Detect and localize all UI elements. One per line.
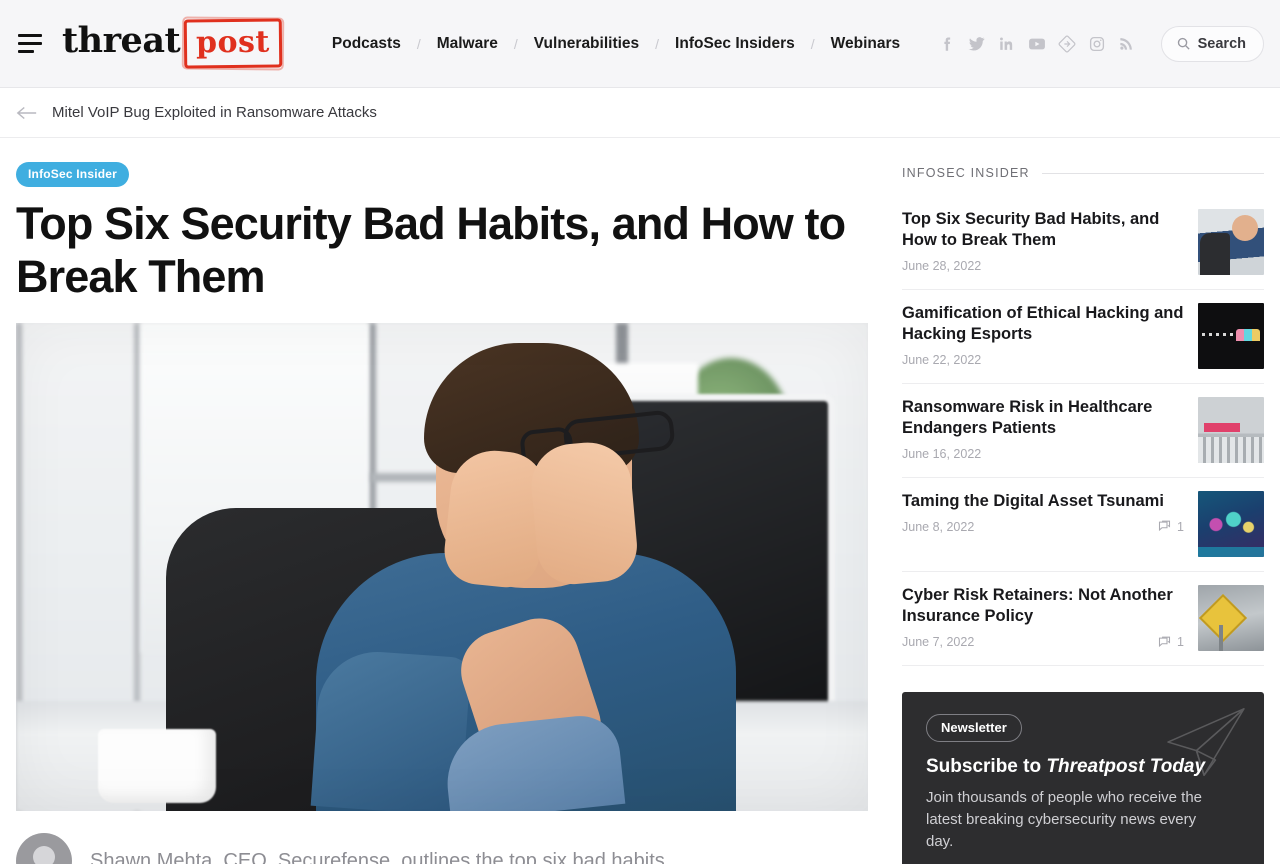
list-item[interactable]: Top Six Security Bad Habits, and How to … — [902, 196, 1264, 290]
newsletter-panel: Newsletter Subscribe to Threatpost Today… — [902, 692, 1264, 864]
list-item[interactable]: Ransomware Risk in Healthcare Endangers … — [902, 384, 1264, 478]
list-item-date: June 28, 2022 — [902, 258, 982, 273]
hero-image — [16, 323, 868, 812]
list-item-title[interactable]: Ransomware Risk in Healthcare Endangers … — [902, 397, 1184, 440]
list-item-title[interactable]: Top Six Security Bad Habits, and How to … — [902, 209, 1184, 252]
list-item-meta: June 16, 2022 — [902, 447, 1184, 461]
list-item-date: June 22, 2022 — [902, 352, 982, 367]
list-item-thumbnail[interactable] — [1198, 397, 1264, 463]
newsletter-description: Join thousands of people who receive the… — [926, 789, 1203, 851]
list-item-thumbnail[interactable] — [1198, 491, 1264, 557]
list-item-content: Ransomware Risk in Healthcare Endangers … — [902, 397, 1184, 461]
sidebar-section-header: INFOSEC INSIDER — [902, 166, 1264, 180]
nav-item-webinars[interactable]: Webinars — [815, 35, 917, 53]
list-item-title[interactable]: Gamification of Ethical Hacking and Hack… — [902, 303, 1184, 346]
breadcrumb: Mitel VoIP Bug Exploited in Ransomware A… — [0, 88, 1280, 138]
list-item[interactable]: Taming the Digital Asset Tsunami June 8,… — [902, 478, 1264, 572]
hamburger-bar — [18, 34, 42, 37]
list-item-date: June 16, 2022 — [902, 446, 982, 461]
nav-item-infosec-insiders[interactable]: InfoSec Insiders — [659, 35, 811, 53]
avatar — [16, 833, 72, 864]
hamburger-icon[interactable] — [18, 31, 48, 57]
list-item-title[interactable]: Cyber Risk Retainers: Not Another Insura… — [902, 585, 1184, 628]
sidebar-section-title: INFOSEC INSIDER — [902, 166, 1030, 180]
facebook-icon[interactable] — [935, 32, 959, 56]
article-column: InfoSec Insider Top Six Security Bad Hab… — [16, 138, 868, 864]
sidebar-divider — [1041, 172, 1264, 174]
nav-item-vulnerabilities[interactable]: Vulnerabilities — [518, 35, 655, 53]
list-item-thumbnail[interactable] — [1198, 303, 1264, 369]
youtube-icon[interactable] — [1025, 32, 1049, 56]
logo-text-post: post — [195, 24, 271, 61]
list-item[interactable]: Gamification of Ethical Hacking and Hack… — [902, 290, 1264, 384]
page-body: InfoSec Insider Top Six Security Bad Hab… — [0, 138, 1280, 864]
list-item-thumbnail[interactable] — [1198, 209, 1264, 275]
newsletter-badge: Newsletter — [926, 714, 1022, 742]
hamburger-bar — [18, 42, 42, 45]
search-icon — [1176, 36, 1191, 51]
list-item-meta: June 28, 2022 — [902, 259, 1184, 273]
article-byline: Shawn Mehta, CEO, Securefense, outlines … — [16, 833, 868, 864]
hero-vignette — [16, 323, 868, 811]
sidebar: INFOSEC INSIDER Top Six Security Bad Hab… — [902, 138, 1264, 864]
list-item-meta: June 7, 2022 1 — [902, 635, 1184, 650]
logo-text-threat: threat — [62, 20, 181, 61]
site-logo[interactable]: threat post — [62, 18, 283, 69]
breadcrumb-link[interactable]: Mitel VoIP Bug Exploited in Ransomware A… — [52, 104, 377, 121]
list-item-meta: June 8, 2022 1 — [902, 519, 1184, 534]
list-item-date: June 7, 2022 — [902, 635, 975, 650]
comment-count: 1 — [1157, 519, 1184, 534]
twitter-icon[interactable] — [965, 32, 989, 56]
header-right-group: Search — [935, 25, 1264, 62]
site-header: threat post Podcasts / Malware / Vulnera… — [0, 0, 1280, 88]
list-item[interactable]: Cyber Risk Retainers: Not Another Insura… — [902, 572, 1264, 666]
list-item-content: Taming the Digital Asset Tsunami June 8,… — [902, 491, 1184, 534]
page-title: Top Six Security Bad Habits, and How to … — [16, 198, 846, 303]
comment-count-value: 1 — [1177, 519, 1184, 534]
list-item-content: Gamification of Ethical Hacking and Hack… — [902, 303, 1184, 367]
linkedin-icon[interactable] — [995, 32, 1019, 56]
list-item-thumbnail[interactable] — [1198, 585, 1264, 651]
list-item-content: Top Six Security Bad Habits, and How to … — [902, 209, 1184, 273]
list-item-meta: June 22, 2022 — [902, 353, 1184, 367]
newsletter-title-prefix: Subscribe to — [926, 756, 1047, 777]
logo-stamp-border: post — [183, 18, 283, 69]
slideshare-icon[interactable] — [1055, 32, 1079, 56]
list-item-content: Cyber Risk Retainers: Not Another Insura… — [902, 585, 1184, 650]
social-links — [935, 32, 1139, 56]
comment-icon — [1157, 519, 1172, 534]
instagram-icon[interactable] — [1085, 32, 1109, 56]
paper-plane-icon — [1162, 706, 1248, 785]
main-navigation: Podcasts / Malware / Vulnerabilities / I… — [316, 35, 916, 53]
nav-item-podcasts[interactable]: Podcasts — [316, 35, 417, 53]
category-badge[interactable]: InfoSec Insider — [16, 162, 130, 187]
rss-icon[interactable] — [1115, 32, 1139, 56]
comment-count: 1 — [1157, 635, 1184, 650]
search-button-label: Search — [1197, 35, 1246, 52]
byline-text: Shawn Mehta, CEO, Securefense, outlines … — [90, 850, 665, 864]
list-item-date: June 8, 2022 — [902, 519, 975, 534]
list-item-title[interactable]: Taming the Digital Asset Tsunami — [902, 491, 1184, 512]
nav-item-malware[interactable]: Malware — [421, 35, 514, 53]
comment-count-value: 1 — [1177, 635, 1184, 650]
hamburger-bar — [18, 50, 34, 53]
arrow-left-icon[interactable] — [16, 105, 38, 121]
comment-icon — [1157, 635, 1172, 650]
search-button[interactable]: Search — [1160, 25, 1264, 62]
